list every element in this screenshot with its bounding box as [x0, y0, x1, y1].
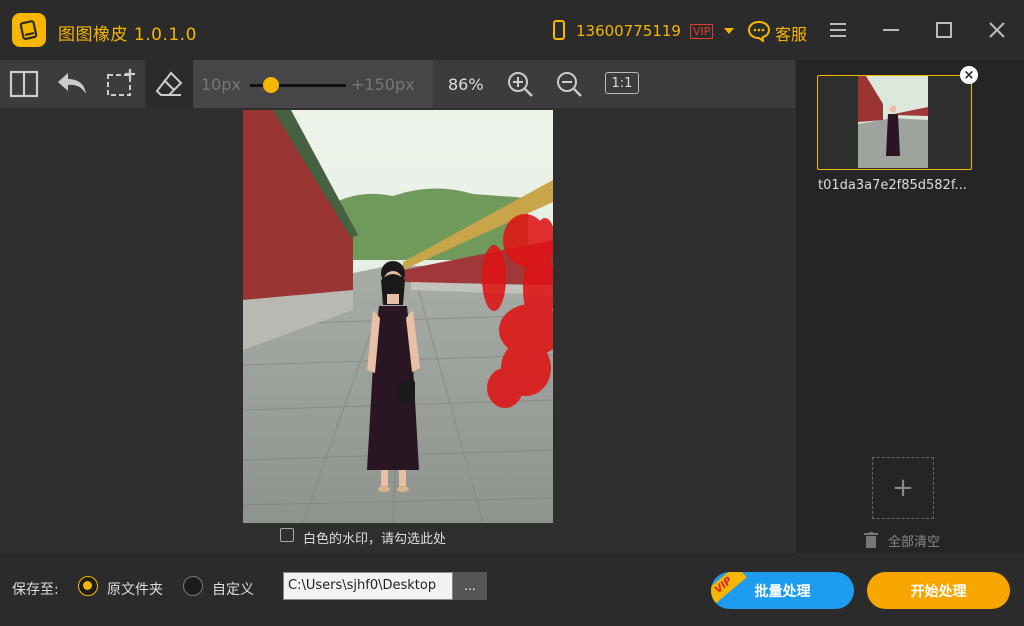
menu-icon[interactable]	[826, 18, 850, 42]
watermark-label[interactable]: 白色的水印，请勾选此处	[303, 528, 446, 547]
actual-size-button[interactable]: 1:1	[605, 72, 639, 94]
close-icon[interactable]	[985, 18, 1009, 42]
brush-size-handle[interactable]	[263, 77, 280, 93]
brush-size-control: 10px +150px	[193, 60, 433, 108]
zoom-level: 86%	[448, 75, 484, 94]
remove-file-icon[interactable]: ×	[960, 66, 978, 84]
vip-badge: VIP	[690, 24, 714, 39]
edited-photo[interactable]	[243, 110, 553, 523]
customer-service-link[interactable]: 客服	[775, 21, 807, 45]
file-thumbnail[interactable]	[817, 75, 972, 170]
zoom-in-icon[interactable]	[496, 60, 544, 108]
split-view-icon[interactable]	[0, 60, 48, 108]
save-path-input[interactable]: C:\Users\sjhf0\Desktop	[283, 572, 453, 600]
eraser-tool-button[interactable]	[145, 60, 193, 108]
crop-icon[interactable]	[96, 60, 144, 108]
start-process-button[interactable]: 开始处理	[867, 572, 1010, 609]
batch-process-label: 批量处理	[754, 583, 811, 600]
browse-button[interactable]: ...	[453, 572, 487, 600]
brush-min-label: 10px	[201, 75, 241, 94]
plus-icon: +	[892, 473, 914, 503]
eraser-icon	[155, 71, 183, 96]
file-name: t01da3a7e2f85d582f...	[818, 178, 967, 193]
batch-process-button[interactable]: VIP 批量处理	[711, 572, 854, 609]
clear-all-button[interactable]: 全部清空	[888, 531, 940, 550]
edit-toolbar: 10px +150px 86% 1:1	[0, 60, 795, 108]
account-phone[interactable]: 13600775119	[576, 22, 681, 40]
file-panel: × t01da3a7e2f85d582f... + 全部清空	[796, 60, 1024, 553]
zoom-out-icon[interactable]	[545, 60, 593, 108]
undo-icon[interactable]	[48, 60, 96, 108]
editor-canvas	[0, 108, 795, 553]
watermark-checkbox[interactable]	[280, 528, 294, 542]
phone-icon	[553, 20, 565, 40]
chat-bubble-icon[interactable]	[747, 20, 771, 46]
vip-corner-badge: VIP	[711, 572, 747, 607]
app-logo-icon	[12, 13, 46, 47]
radio-custom-folder[interactable]	[183, 576, 203, 596]
save-to-label: 保存至:	[12, 582, 59, 598]
maximize-icon[interactable]	[932, 18, 956, 42]
title-bar: 图图橡皮 1.0.1.0 13600775119 VIP 客服	[0, 0, 1024, 60]
add-file-button[interactable]: +	[872, 457, 934, 519]
custom-folder-label[interactable]: 自定义	[212, 579, 254, 599]
brush-max-label: +150px	[351, 75, 415, 94]
original-folder-label[interactable]: 原文件夹	[107, 579, 163, 599]
radio-original-folder[interactable]	[78, 576, 98, 596]
chevron-down-icon[interactable]	[724, 28, 734, 34]
minimize-icon[interactable]	[879, 18, 903, 42]
bottom-bar: 保存至: 原文件夹 自定义 C:\Users\sjhf0\Desktop ...…	[0, 553, 1024, 626]
trash-icon[interactable]	[864, 532, 878, 552]
app-title: 图图橡皮 1.0.1.0	[58, 25, 197, 45]
